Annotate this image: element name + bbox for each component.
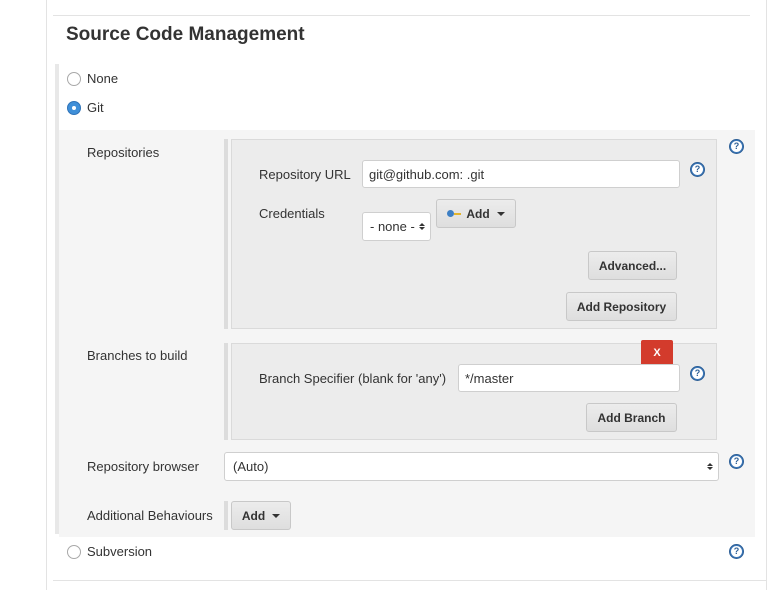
scm-none-radio[interactable] [67,72,81,86]
advanced-button[interactable]: Advanced... [588,251,677,280]
credentials-add-button[interactable]: Add [436,199,516,228]
section-title: Source Code Management [66,24,305,45]
add-behaviour-button[interactable]: Add [231,501,291,530]
section-top-divider [53,15,750,16]
repository-url-help-icon[interactable]: ? [690,162,705,177]
scm-subversion-radio[interactable] [67,545,81,559]
repository-browser-select[interactable]: (Auto) [224,452,719,481]
behaviours-rail [224,501,228,530]
credentials-label: Credentials [259,206,325,221]
repository-browser-help-icon[interactable]: ? [729,454,744,469]
scm-git-label[interactable]: Git [87,100,104,115]
branch-specifier-label: Branch Specifier (blank for 'any') [259,371,447,386]
section-bottom-divider [53,580,766,581]
page-left-border [46,0,47,590]
repositories-rail [224,139,228,329]
credentials-select[interactable]: - none - [362,212,431,241]
branch-specifier-input[interactable]: */master [458,364,680,392]
add-branch-button[interactable]: Add Branch [586,403,677,432]
additional-behaviours-label: Additional Behaviours [87,508,213,523]
repository-url-label: Repository URL [259,167,351,182]
page-right-border [766,0,767,590]
add-behaviour-label: Add [241,508,266,523]
branches-label: Branches to build [87,348,188,363]
scm-none-label[interactable]: None [87,71,118,86]
repository-browser-label: Repository browser [87,459,199,474]
repository-browser-value: (Auto) [233,459,269,474]
chevron-down-icon [272,513,281,518]
subversion-help-icon[interactable]: ? [729,544,744,559]
select-arrows-icon [707,463,713,470]
add-repository-button[interactable]: Add Repository [566,292,677,321]
chevron-down-icon [496,211,505,216]
branch-specifier-help-icon[interactable]: ? [690,366,705,381]
repository-url-input[interactable]: git@github.com: .git [362,160,680,188]
credentials-select-value: - none - [370,219,415,234]
repositories-help-icon[interactable]: ? [729,139,744,154]
scm-git-radio[interactable] [67,101,81,115]
key-icon [447,210,462,217]
branches-rail [224,343,228,440]
delete-branch-button[interactable]: X [641,340,673,366]
credentials-add-label: Add [466,206,490,221]
repositories-label: Repositories [87,145,160,160]
scm-subversion-label[interactable]: Subversion [87,544,152,559]
select-arrows-icon [418,223,425,230]
